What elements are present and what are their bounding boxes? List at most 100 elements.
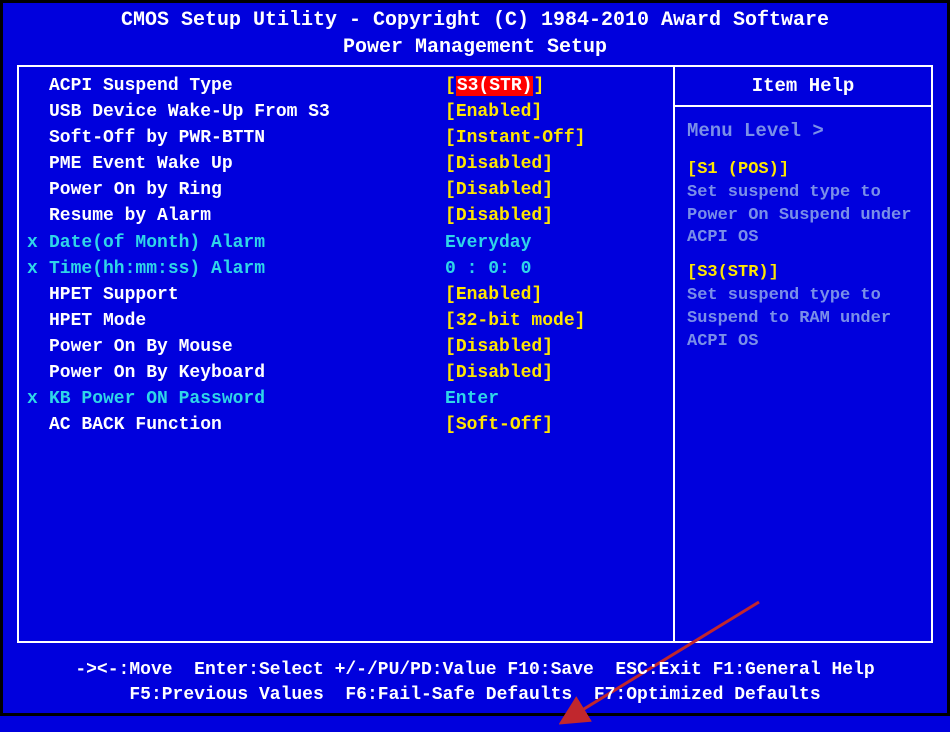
row-marker <box>27 334 49 360</box>
help-option1-head: [S1 (POS)] <box>687 159 919 182</box>
setting-value-text: Disabled <box>456 206 542 226</box>
bracket-close: ] <box>542 154 553 174</box>
row-marker <box>27 412 49 438</box>
setting-value-text: S3(STR) <box>456 76 534 96</box>
row-marker: x <box>27 386 49 412</box>
setting-row[interactable]: xTime(hh:mm:ss) Alarm 0 : 0: 0 <box>19 256 673 282</box>
setting-row[interactable]: Resume by Alarm[Disabled] <box>19 203 673 229</box>
setting-row[interactable]: HPET Mode[32-bit mode] <box>19 308 673 334</box>
setting-value[interactable]: [Disabled] <box>445 177 553 203</box>
settings-pane[interactable]: ACPI Suspend Type[S3(STR)]USB Device Wak… <box>19 67 673 641</box>
bracket-open: [ <box>445 363 456 383</box>
setting-row[interactable]: HPET Support[Enabled] <box>19 282 673 308</box>
bracket-open: [ <box>445 206 456 226</box>
setting-row[interactable]: PME Event Wake Up[Disabled] <box>19 151 673 177</box>
setting-row[interactable]: Power On By Mouse[Disabled] <box>19 334 673 360</box>
bracket-open: [ <box>445 337 456 357</box>
setting-value[interactable]: [Disabled] <box>445 203 553 229</box>
setting-value-text: Enabled <box>456 102 532 122</box>
bracket-close: ] <box>542 337 553 357</box>
setting-value[interactable]: [Enabled] <box>445 99 542 125</box>
setting-label: HPET Support <box>49 282 445 308</box>
setting-label: Time(hh:mm:ss) Alarm <box>49 256 445 282</box>
setting-label: Date(of Month) Alarm <box>49 230 445 256</box>
menu-level: Menu Level > <box>687 119 919 145</box>
setting-label: Power On By Mouse <box>49 334 445 360</box>
bios-screen: CMOS Setup Utility - Copyright (C) 1984-… <box>0 0 950 716</box>
footer: -><-:Move Enter:Select +/-/PU/PD:Value F… <box>3 658 947 707</box>
setting-value[interactable]: [Disabled] <box>445 360 553 386</box>
bracket-open: [ <box>445 415 456 435</box>
setting-label: ACPI Suspend Type <box>49 73 445 99</box>
row-marker <box>27 177 49 203</box>
setting-row[interactable]: Power On by Ring[Disabled] <box>19 177 673 203</box>
setting-value[interactable]: Enter <box>445 386 499 412</box>
row-marker: x <box>27 256 49 282</box>
setting-label: PME Event Wake Up <box>49 151 445 177</box>
help-option2-text: Set suspend type to Suspend to RAM under… <box>687 285 919 354</box>
setting-value-text: 0 : 0: 0 <box>445 259 531 279</box>
setting-value-text: Disabled <box>456 363 542 383</box>
setting-label: USB Device Wake-Up From S3 <box>49 99 445 125</box>
setting-label: AC BACK Function <box>49 412 445 438</box>
help-option2-head: [S3(STR)] <box>687 262 919 285</box>
bracket-close: ] <box>542 206 553 226</box>
setting-row[interactable]: xKB Power ON Password Enter <box>19 386 673 412</box>
row-marker <box>27 99 49 125</box>
row-marker <box>27 282 49 308</box>
bracket-open: [ <box>445 154 456 174</box>
row-marker <box>27 73 49 99</box>
setting-row[interactable]: Soft-Off by PWR-BTTN[Instant-Off] <box>19 125 673 151</box>
setting-value-text: Disabled <box>456 154 542 174</box>
row-marker <box>27 308 49 334</box>
setting-label: Soft-Off by PWR-BTTN <box>49 125 445 151</box>
setting-value[interactable]: [Disabled] <box>445 334 553 360</box>
setting-row[interactable]: AC BACK Function[Soft-Off] <box>19 412 673 438</box>
bracket-open: [ <box>445 128 456 148</box>
setting-label: Power On by Ring <box>49 177 445 203</box>
setting-row[interactable]: USB Device Wake-Up From S3[Enabled] <box>19 99 673 125</box>
content-box: ACPI Suspend Type[S3(STR)]USB Device Wak… <box>17 65 933 643</box>
bracket-close: ] <box>542 180 553 200</box>
bracket-open: [ <box>445 76 456 96</box>
footer-line1: -><-:Move Enter:Select +/-/PU/PD:Value F… <box>3 658 947 682</box>
setting-value-text: Instant-Off <box>456 128 575 148</box>
setting-label: KB Power ON Password <box>49 386 445 412</box>
setting-row[interactable]: Power On By Keyboard[Disabled] <box>19 360 673 386</box>
bracket-close: ] <box>542 415 553 435</box>
setting-value-text: 32-bit mode <box>456 311 575 331</box>
header-title: CMOS Setup Utility - Copyright (C) 1984-… <box>3 7 947 34</box>
help-title: Item Help <box>675 67 931 107</box>
bracket-close: ] <box>531 102 542 122</box>
help-pane: Item Help Menu Level > [S1 (POS)] Set su… <box>673 67 931 641</box>
setting-label: Power On By Keyboard <box>49 360 445 386</box>
setting-value[interactable]: [Soft-Off] <box>445 412 553 438</box>
bracket-open: [ <box>445 102 456 122</box>
setting-value[interactable]: [32-bit mode] <box>445 308 585 334</box>
header-subtitle: Power Management Setup <box>3 34 947 61</box>
bracket-open: [ <box>445 180 456 200</box>
row-marker <box>27 360 49 386</box>
bracket-close: ] <box>533 76 544 96</box>
setting-row[interactable]: ACPI Suspend Type[S3(STR)] <box>19 73 673 99</box>
setting-row[interactable]: xDate(of Month) Alarm Everyday <box>19 230 673 256</box>
bracket-open: [ <box>445 311 456 331</box>
setting-value[interactable]: [Enabled] <box>445 282 542 308</box>
help-option1-text: Set suspend type to Power On Suspend und… <box>687 182 919 251</box>
setting-value-text: Soft-Off <box>456 415 542 435</box>
setting-value[interactable]: Everyday <box>445 230 531 256</box>
row-marker <box>27 125 49 151</box>
header: CMOS Setup Utility - Copyright (C) 1984-… <box>3 3 947 63</box>
setting-label: Resume by Alarm <box>49 203 445 229</box>
bracket-open: [ <box>445 285 456 305</box>
setting-value[interactable]: [Instant-Off] <box>445 125 585 151</box>
footer-line2: F5:Previous Values F6:Fail-Safe Defaults… <box>3 683 947 707</box>
row-marker <box>27 203 49 229</box>
setting-value[interactable]: [Disabled] <box>445 151 553 177</box>
bracket-close: ] <box>542 363 553 383</box>
setting-value[interactable]: 0 : 0: 0 <box>445 256 531 282</box>
bracket-close: ] <box>575 128 586 148</box>
setting-value-text: Enabled <box>456 285 532 305</box>
row-marker <box>27 151 49 177</box>
setting-value[interactable]: [S3(STR)] <box>445 73 544 99</box>
